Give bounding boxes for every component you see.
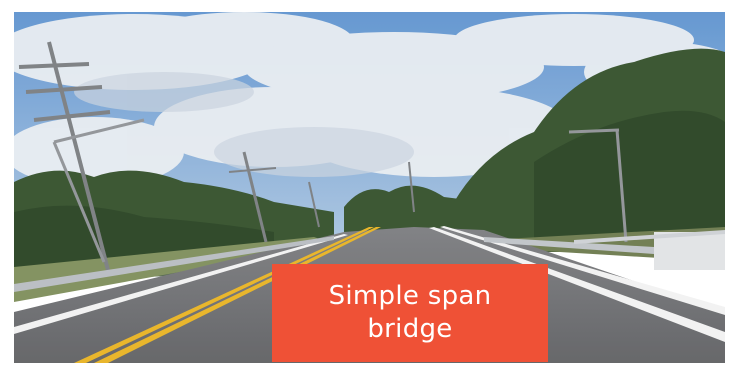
caption-box: Simple span bridge (272, 264, 548, 362)
caption-text: Simple span bridge (328, 280, 492, 344)
